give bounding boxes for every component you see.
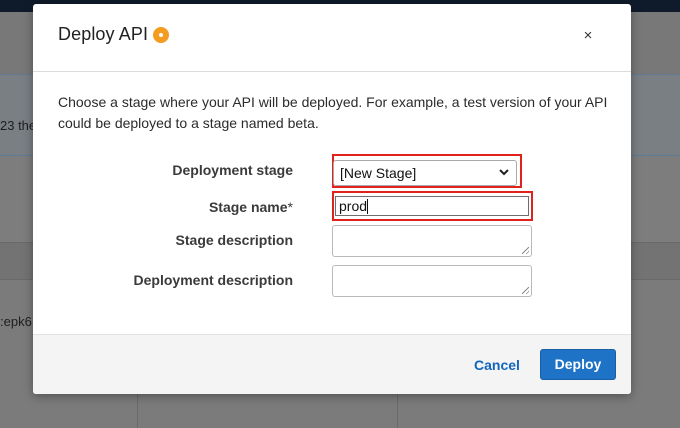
deployment-stage-value: [New Stage] bbox=[340, 165, 417, 181]
deployment-description-textarea[interactable] bbox=[332, 265, 532, 297]
close-button[interactable]: × bbox=[578, 24, 598, 48]
deployment-stage-label: Deployment stage bbox=[172, 162, 293, 178]
background-text-fragment: :epk6 bbox=[0, 314, 32, 329]
dialog-title: Deploy API bbox=[58, 24, 149, 44]
stage-name-label-text: Stage name bbox=[208, 199, 288, 215]
required-mark: * bbox=[287, 199, 293, 215]
stage-name-input[interactable]: prod bbox=[335, 196, 529, 216]
cancel-button[interactable]: Cancel bbox=[474, 357, 520, 373]
deploy-button[interactable]: Deploy bbox=[540, 349, 616, 380]
stage-name-value: prod bbox=[339, 198, 368, 214]
dialog-header: Deploy API × bbox=[33, 4, 631, 72]
dialog-intro-text: Choose a stage where your API will be de… bbox=[58, 94, 608, 131]
dialog-footer: Cancel Deploy bbox=[33, 334, 631, 394]
chevron-down-icon bbox=[499, 169, 509, 176]
text-caret bbox=[367, 199, 369, 214]
background-text-fragment: 23 the bbox=[0, 118, 37, 133]
deploy-api-dialog: Deploy API × Choose a stage where your A… bbox=[33, 4, 631, 394]
info-icon[interactable] bbox=[153, 27, 169, 43]
stage-description-textarea[interactable] bbox=[332, 225, 532, 257]
deployment-stage-select[interactable]: [New Stage] bbox=[333, 160, 517, 186]
deployment-description-label: Deployment description bbox=[133, 272, 293, 288]
stage-name-label: Stage name* bbox=[33, 199, 293, 215]
stage-description-label: Stage description bbox=[175, 232, 293, 248]
